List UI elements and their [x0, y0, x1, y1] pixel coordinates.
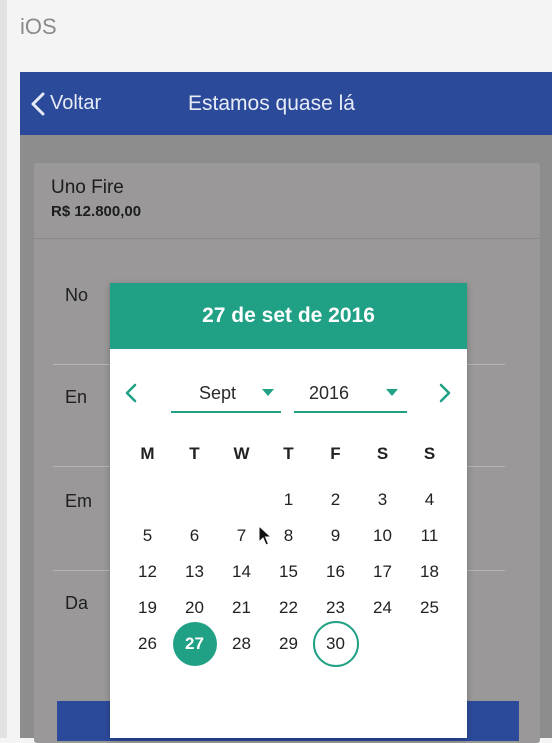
year-select[interactable]: 2016: [294, 381, 407, 413]
chevron-right-icon: [439, 383, 451, 403]
weekday-header-row: M T W T F S S: [124, 436, 453, 472]
page-title: Estamos quase lá: [188, 92, 355, 115]
calendar-week-row: 1 2 3 4: [124, 482, 453, 518]
weekday-label: M: [140, 444, 155, 463]
name-field-label[interactable]: No: [65, 285, 88, 306]
month-select[interactable]: Sept: [171, 381, 281, 413]
calendar-day[interactable]: 29: [265, 622, 312, 666]
product-summary: Uno Fire R$ 12.800,00: [51, 177, 141, 220]
day-number: 29: [279, 634, 298, 653]
back-button[interactable]: Voltar: [30, 92, 101, 116]
chevron-left-icon: [125, 383, 137, 403]
calendar-week-row: 12 13 14 15 16 17 18: [124, 554, 453, 590]
calendar-day[interactable]: 26: [124, 622, 171, 666]
selected-day[interactable]: 27: [171, 622, 218, 666]
product-price: R$ 12.800,00: [51, 203, 142, 220]
day-number: 24: [373, 598, 392, 617]
divider: [34, 238, 540, 239]
mouse-pointer-icon: [258, 525, 272, 546]
day-number: 30: [312, 621, 359, 667]
year-select-value: 2016: [309, 383, 350, 403]
weekday-label: T: [283, 444, 294, 463]
calendar-week-row: 5 6 7 8 9 10 11: [124, 518, 453, 554]
weekday-label: T: [189, 444, 200, 463]
weekday-label: S: [376, 444, 389, 463]
next-month-button[interactable]: [438, 383, 452, 408]
calendar-day[interactable]: 24: [359, 586, 406, 630]
calendar-week-row: 19 20 21 22 23 24 25: [124, 590, 453, 626]
day-number: 27: [172, 622, 217, 666]
day-number: 26: [138, 634, 157, 653]
back-button-label: Voltar: [50, 92, 102, 114]
day-number: 25: [420, 598, 439, 617]
calendar-week-row: 26 27 28 29 30: [124, 621, 453, 667]
date-picker-header: 27 de set de 2016: [110, 283, 467, 349]
calendar-day[interactable]: 28: [218, 622, 265, 666]
weekday-label: F: [330, 444, 341, 463]
email-field-label[interactable]: Em: [65, 491, 92, 512]
month-select-value: Sept: [199, 383, 237, 403]
previous-month-button[interactable]: [124, 383, 138, 408]
product-name: Uno Fire: [51, 177, 124, 198]
day-number: 28: [232, 634, 251, 653]
chevron-left-icon: [31, 92, 45, 115]
weekday-label: W: [233, 444, 250, 463]
calendar-grid: M T W T F S S 1 2 3 4 5 6 7 8 9 10 11 12…: [124, 436, 453, 667]
today-day[interactable]: 30: [312, 621, 359, 667]
left-edge-strip: [0, 0, 7, 738]
chevron-down-icon: [386, 389, 398, 396]
navigation-bar: Voltar Estamos quase lá: [20, 72, 552, 135]
platform-label: iOS: [20, 14, 57, 39]
chevron-down-icon: [262, 389, 274, 396]
date-picker-dialog: 27 de set de 2016 Sept 2016 M T W T F S …: [110, 283, 467, 738]
date-field-label[interactable]: Da: [65, 593, 88, 614]
calendar-day[interactable]: 25: [406, 586, 453, 630]
weekday-label: S: [423, 444, 436, 463]
address-field-label[interactable]: En: [65, 387, 87, 408]
